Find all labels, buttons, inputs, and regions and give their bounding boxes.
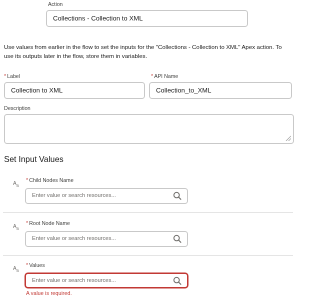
child-nodes-input[interactable]: Enter value or search resources... <box>25 188 188 204</box>
values-placeholder: Enter value or search resources... <box>32 277 116 284</box>
child-nodes-label: *Child Nodes Name <box>26 178 74 184</box>
text-type-icon: AB <box>13 224 19 232</box>
action-label: Action <box>48 2 63 8</box>
root-node-label: *Root Node Name <box>26 221 70 227</box>
values-label: *Values <box>26 263 45 269</box>
action-field[interactable]: Collections - Collection to XML <box>46 10 248 27</box>
values-input[interactable]: Enter value or search resources... <box>25 273 188 288</box>
search-icon[interactable] <box>173 234 182 244</box>
child-nodes-placeholder: Enter value or search resources... <box>32 193 116 199</box>
root-node-input[interactable]: Enter value or search resources... <box>25 231 188 247</box>
api-name-input[interactable]: Collection_to_XML <box>149 82 292 99</box>
text-type-icon: AB <box>13 266 19 274</box>
api-name-label: *API Name <box>151 74 179 80</box>
resize-handle-icon[interactable] <box>285 135 291 141</box>
description-label: Description <box>4 106 31 112</box>
label-field-label: *Label <box>4 74 21 80</box>
input-divider <box>3 255 293 256</box>
description-textarea[interactable] <box>4 114 294 144</box>
section-title: Set Input Values <box>4 155 64 164</box>
search-icon[interactable] <box>173 276 182 285</box>
search-icon[interactable] <box>173 191 182 201</box>
intro-text: Use values from earlier in the flow to s… <box>4 45 282 60</box>
action-value: Collections - Collection to XML <box>53 15 143 22</box>
label-input[interactable]: Collection to XML <box>4 82 145 99</box>
root-node-placeholder: Enter value or search resources... <box>32 236 116 242</box>
text-type-icon: AB <box>13 181 19 189</box>
api-name-input-value: Collection_to_XML <box>156 87 212 94</box>
input-divider <box>3 212 293 213</box>
values-error-message: A value is required. <box>26 291 72 297</box>
label-input-value: Collection to XML <box>11 87 63 94</box>
